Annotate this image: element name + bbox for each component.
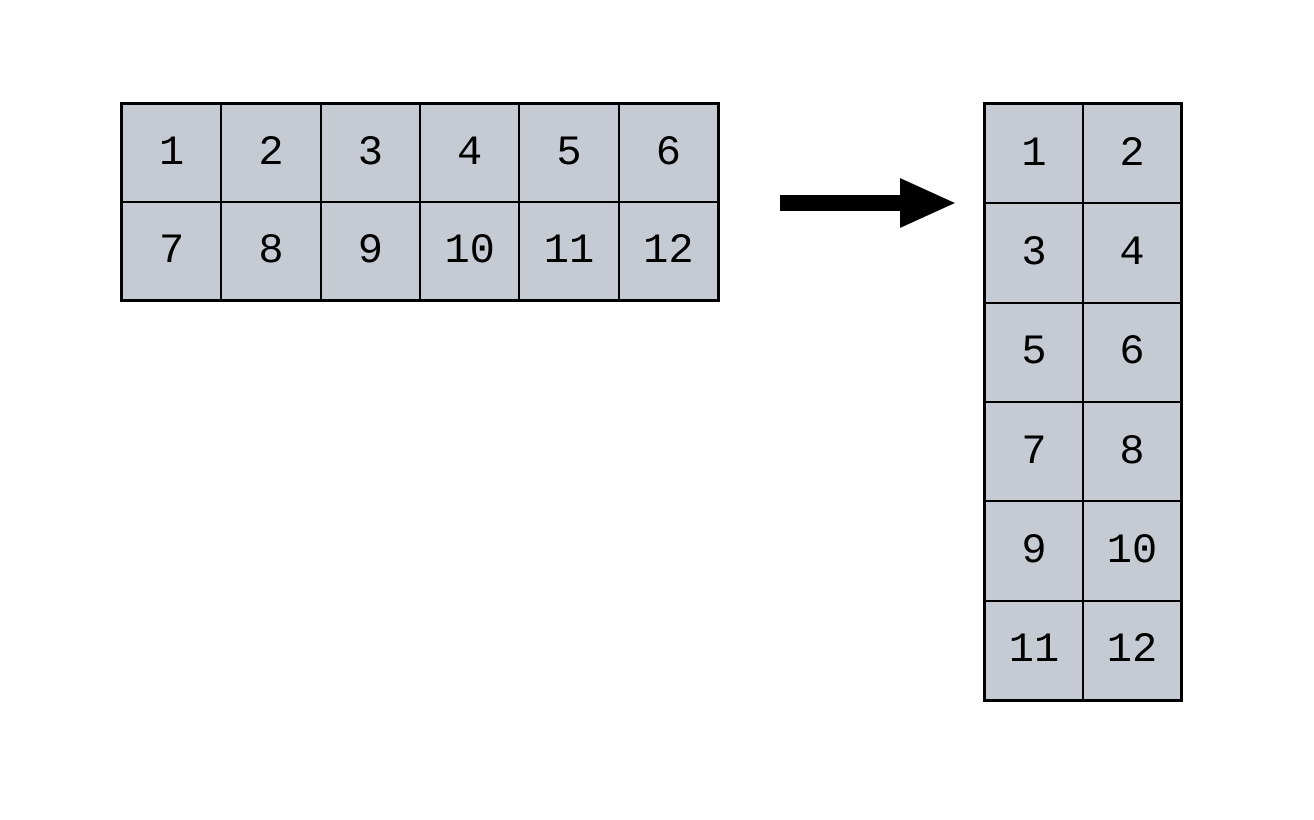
result-cell: 9 (985, 501, 1083, 600)
source-cell: 4 (420, 104, 519, 202)
result-cell: 4 (1083, 203, 1181, 302)
source-cell: 12 (619, 202, 718, 300)
result-cell: 6 (1083, 303, 1181, 402)
result-cell: 3 (985, 203, 1083, 302)
result-cell: 7 (985, 402, 1083, 501)
source-cell: 8 (221, 202, 320, 300)
source-cell: 9 (321, 202, 420, 300)
result-cell: 8 (1083, 402, 1181, 501)
result-cell: 12 (1083, 601, 1181, 700)
transform-arrow (775, 173, 955, 233)
source-cell: 1 (122, 104, 221, 202)
source-cell: 2 (221, 104, 320, 202)
source-matrix-2x6: 1 2 3 4 5 6 7 8 9 10 11 12 (120, 102, 720, 302)
result-cell: 11 (985, 601, 1083, 700)
arrow-right-icon (775, 173, 955, 233)
source-cell: 5 (519, 104, 618, 202)
source-cell: 10 (420, 202, 519, 300)
result-cell: 10 (1083, 501, 1181, 600)
result-cell: 1 (985, 104, 1083, 203)
result-cell: 2 (1083, 104, 1181, 203)
source-cell: 3 (321, 104, 420, 202)
source-cell: 7 (122, 202, 221, 300)
diagram-stage: 1 2 3 4 5 6 7 8 9 10 11 12 1 2 3 4 5 6 7… (0, 0, 1314, 820)
result-cell: 5 (985, 303, 1083, 402)
source-cell: 11 (519, 202, 618, 300)
source-cell: 6 (619, 104, 718, 202)
result-matrix-6x2: 1 2 3 4 5 6 7 8 9 10 11 12 (983, 102, 1183, 702)
